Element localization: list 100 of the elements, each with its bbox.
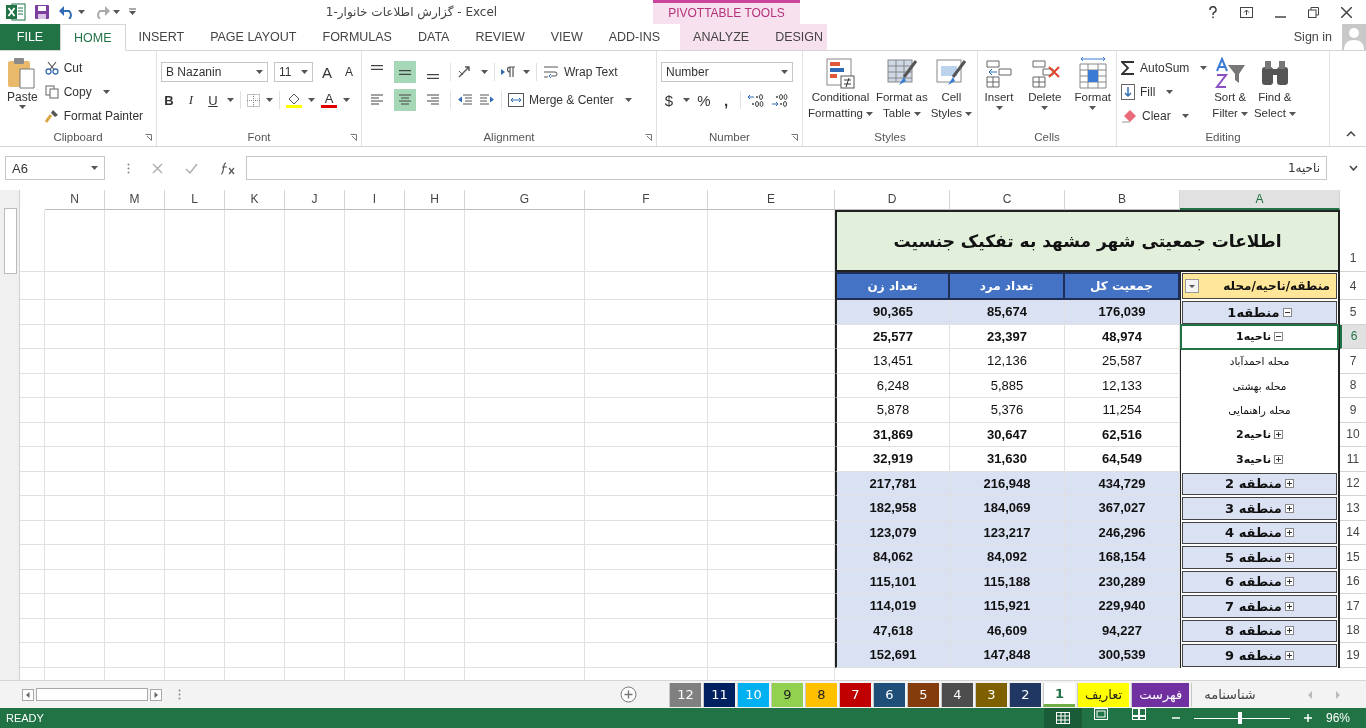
scroll-left-icon[interactable] xyxy=(22,688,34,701)
formula-field[interactable]: ناحیه1 xyxy=(246,156,1327,180)
row-header[interactable]: 11 xyxy=(1340,447,1366,472)
dialog-launcher-icon[interactable] xyxy=(145,134,152,141)
expand-icon[interactable] xyxy=(1284,601,1294,611)
wrap-text-button[interactable]: Wrap Text xyxy=(543,62,618,82)
clear-button[interactable]: Clear xyxy=(1121,106,1208,126)
name-box[interactable]: A6 xyxy=(5,156,105,180)
ribbon-tab[interactable]: FORMULAS xyxy=(309,24,405,50)
ribbon-tab[interactable]: ANALYZE xyxy=(680,24,763,50)
cells-button[interactable]: Format xyxy=(1073,55,1112,128)
increase-indent-icon[interactable] xyxy=(479,94,495,106)
collapse-icon[interactable] xyxy=(1282,307,1292,317)
row-header[interactable]: 7 xyxy=(1340,349,1366,374)
row-header[interactable]: 18 xyxy=(1340,618,1366,643)
percent-button[interactable]: % xyxy=(696,91,712,109)
save-icon[interactable] xyxy=(34,4,50,20)
row-header[interactable]: 10 xyxy=(1340,422,1366,447)
ribbon-tab[interactable]: INSERT xyxy=(125,24,198,50)
shrink-font-button[interactable]: A xyxy=(341,65,357,79)
column-header[interactable]: C xyxy=(950,190,1065,210)
sheet-tab[interactable]: فهرست xyxy=(1131,682,1190,707)
merge-center-button[interactable]: Merge & Center xyxy=(508,90,632,110)
sheet-tab[interactable]: شناسنامه xyxy=(1191,682,1268,707)
row-header[interactable]: 15 xyxy=(1340,545,1366,570)
decrease-decimal-icon[interactable] xyxy=(771,93,789,107)
paste-button[interactable]: Paste xyxy=(4,55,41,128)
row-header[interactable]: 16 xyxy=(1340,569,1366,594)
sheet-tab[interactable]: 11 xyxy=(703,682,735,707)
expand-icon[interactable] xyxy=(1284,503,1294,513)
ribbon-display-icon[interactable] xyxy=(1240,6,1253,18)
borders-icon[interactable] xyxy=(247,93,260,107)
help-icon[interactable] xyxy=(1208,5,1218,19)
column-header[interactable]: J xyxy=(285,190,345,210)
style-button[interactable]: Format as Table xyxy=(874,55,929,128)
column-header[interactable]: B xyxy=(1065,190,1180,210)
column-header[interactable]: E xyxy=(708,190,835,210)
font-color-button[interactable]: A xyxy=(321,92,337,108)
increase-decimal-icon[interactable] xyxy=(747,93,765,107)
sheet-tab[interactable]: 12 xyxy=(669,682,701,707)
copy-button[interactable]: Copy xyxy=(44,82,144,102)
style-button[interactable]: Cell Styles xyxy=(929,55,973,128)
ribbon-tab[interactable]: ADD-INS xyxy=(595,24,674,50)
dialog-launcher-icon[interactable] xyxy=(350,134,357,141)
fill-button[interactable]: Fill xyxy=(1121,82,1208,102)
sheet-tab[interactable]: 8 xyxy=(805,682,837,707)
format-painter-button[interactable]: Format Painter xyxy=(44,106,144,126)
sheet-tab[interactable]: 7 xyxy=(839,682,871,707)
restore-icon[interactable] xyxy=(1308,6,1319,18)
column-header[interactable]: K xyxy=(225,190,285,210)
row-header[interactable]: 1 xyxy=(1340,210,1366,272)
sheet-tab[interactable]: 3 xyxy=(975,682,1007,707)
filter-dropdown-icon[interactable] xyxy=(1185,279,1199,293)
vertical-align-button[interactable] xyxy=(394,61,416,83)
bold-button[interactable]: B xyxy=(161,92,177,108)
column-header[interactable]: N xyxy=(45,190,105,210)
column-header[interactable]: G xyxy=(465,190,585,210)
sheet-tab[interactable]: تعاریف xyxy=(1077,682,1130,707)
file-tab[interactable]: FILE xyxy=(0,24,60,50)
vertical-scrollbar[interactable] xyxy=(0,190,20,680)
column-header[interactable]: I xyxy=(345,190,405,210)
scroll-right-icon[interactable] xyxy=(150,688,162,701)
find-select-button[interactable]: Find & Select xyxy=(1252,55,1297,128)
sheet-tab[interactable]: 6 xyxy=(873,682,905,707)
expand-icon[interactable] xyxy=(1284,528,1294,538)
expand-icon[interactable] xyxy=(1284,479,1294,489)
grow-font-button[interactable]: A xyxy=(319,63,335,81)
cut-button[interactable]: Cut xyxy=(44,58,144,78)
expand-formula-icon[interactable] xyxy=(1349,165,1358,171)
ribbon-tab[interactable]: PAGE LAYOUT xyxy=(197,24,310,50)
column-header[interactable]: L xyxy=(165,190,225,210)
fill-color-icon[interactable] xyxy=(286,92,302,108)
zoom-level[interactable]: 96% xyxy=(1325,711,1366,725)
cells-button[interactable]: Delete xyxy=(1027,55,1063,128)
horizontal-scrollbar[interactable] xyxy=(36,688,148,701)
comma-style-button[interactable]: , xyxy=(718,91,734,109)
number-format-field[interactable]: Number xyxy=(661,62,793,82)
zoom-out-icon[interactable] xyxy=(1171,714,1180,722)
row-header[interactable]: 5 xyxy=(1340,300,1366,325)
column-header[interactable]: H xyxy=(405,190,465,210)
expand-icon[interactable] xyxy=(1274,430,1283,440)
autosum-button[interactable]: AutoSum xyxy=(1121,58,1208,78)
column-header[interactable]: F xyxy=(585,190,708,210)
sheet-tab[interactable]: 4 xyxy=(941,682,973,707)
currency-button[interactable]: $ xyxy=(661,91,677,109)
font-name-field[interactable]: B Nazanin xyxy=(161,62,268,82)
column-header[interactable]: M xyxy=(105,190,165,210)
decrease-indent-icon[interactable] xyxy=(457,94,473,106)
font-size-field[interactable]: 11 xyxy=(273,62,313,82)
zoom-in-icon[interactable] xyxy=(1303,714,1312,722)
dialog-launcher-icon[interactable] xyxy=(645,134,652,141)
row-header[interactable]: 13 xyxy=(1340,496,1366,521)
sign-in-link[interactable]: Sign in xyxy=(1293,30,1332,44)
collapse-icon[interactable] xyxy=(1274,332,1283,342)
sheet-tab[interactable]: 5 xyxy=(907,682,939,707)
add-sheet-icon[interactable] xyxy=(620,686,637,703)
underline-button[interactable]: U xyxy=(205,92,221,108)
row-header[interactable]: 4 xyxy=(1340,272,1366,300)
column-header[interactable]: A xyxy=(1180,190,1340,210)
insert-function-icon[interactable] xyxy=(220,161,236,175)
